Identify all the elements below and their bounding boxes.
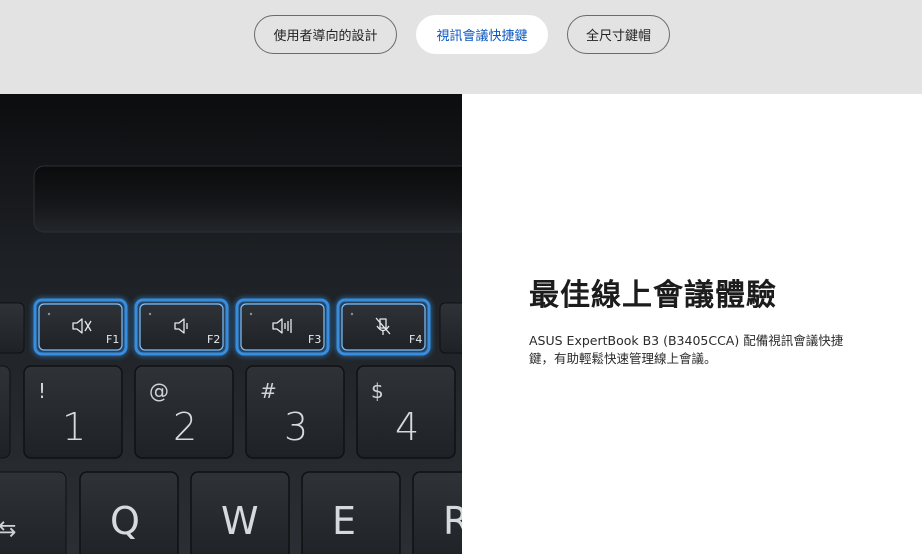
key-digit: 4 xyxy=(395,405,419,449)
letter-key-w: W xyxy=(190,471,290,554)
key-letter: R xyxy=(443,499,462,543)
keyboard-illustration: F1 F2 F3 F4 !1@2#3$4 QWER ⇆ xyxy=(0,94,462,554)
feature-heading: 最佳線上會議體驗 xyxy=(529,278,777,313)
tab-video-conference-hotkeys[interactable]: 視訊會議快捷鍵 xyxy=(416,15,548,54)
feature-tab-bar: 使用者導向的設計 視訊會議快捷鍵 全尺寸鍵帽 xyxy=(0,0,922,94)
key-digit: 2 xyxy=(173,405,197,449)
feature-description: ASUS ExpertBook B3 (B3405CCA) 配備視訊會議快捷鍵，… xyxy=(529,333,844,366)
key-symbol: $ xyxy=(371,379,384,403)
keyboard-photo: F1 F2 F3 F4 ! 1 @2 #3 $4 QWER ⇆ xyxy=(0,94,462,554)
function-key-f3: F3 xyxy=(235,298,330,356)
function-key-label: F4 xyxy=(409,333,422,346)
key-symbol: @ xyxy=(149,379,169,403)
function-key-f1: F1 xyxy=(33,298,128,356)
letter-key-r: R xyxy=(412,471,462,554)
letter-key-e: E xyxy=(301,471,401,554)
number-key-1: !1 xyxy=(23,365,123,459)
key-digit: 3 xyxy=(284,405,308,449)
key-digit: 1 xyxy=(62,405,86,449)
tab-key-icon: ⇆ xyxy=(0,517,16,542)
number-key-2: @2 xyxy=(134,365,234,459)
function-key-f2: F2 xyxy=(134,298,229,356)
tab-full-size-keycaps[interactable]: 全尺寸鍵帽 xyxy=(567,15,670,54)
function-key-f4: F4 xyxy=(336,298,431,356)
feature-copy: 最佳線上會議體驗 ASUS ExpertBook B3 (B3405CCA) 配… xyxy=(529,277,859,368)
number-key-3: #3 xyxy=(245,365,345,459)
key-letter: W xyxy=(221,499,259,543)
key-letter: E xyxy=(332,499,356,543)
function-key-label: F1 xyxy=(106,333,119,346)
letter-key-q: Q xyxy=(79,471,179,554)
function-key-label: F2 xyxy=(207,333,220,346)
number-key-4: $4 xyxy=(356,365,456,459)
key-symbol: ! xyxy=(38,379,46,403)
tab-user-centric-design[interactable]: 使用者導向的設計 xyxy=(254,15,397,54)
key-letter: Q xyxy=(110,499,140,543)
function-key-label: F3 xyxy=(308,333,321,346)
key-symbol: # xyxy=(260,379,277,403)
